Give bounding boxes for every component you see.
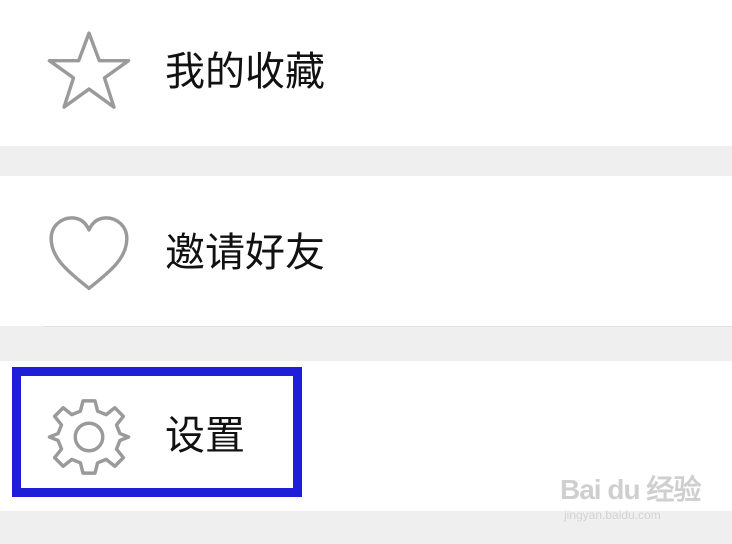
menu-item-settings-label: 设置 <box>165 413 245 459</box>
menu-item-favorites-label: 我的收藏 <box>165 49 325 95</box>
menu-item-invite-friends-label: 邀请好友 <box>165 230 325 276</box>
heart-icon <box>49 216 129 291</box>
divider <box>44 326 732 327</box>
star-icon <box>47 31 131 109</box>
menu-screen: 我的收藏 邀请好友 设置 Bai du 经验 jingyan.baidu.com <box>0 0 732 544</box>
gear-icon <box>47 399 131 475</box>
